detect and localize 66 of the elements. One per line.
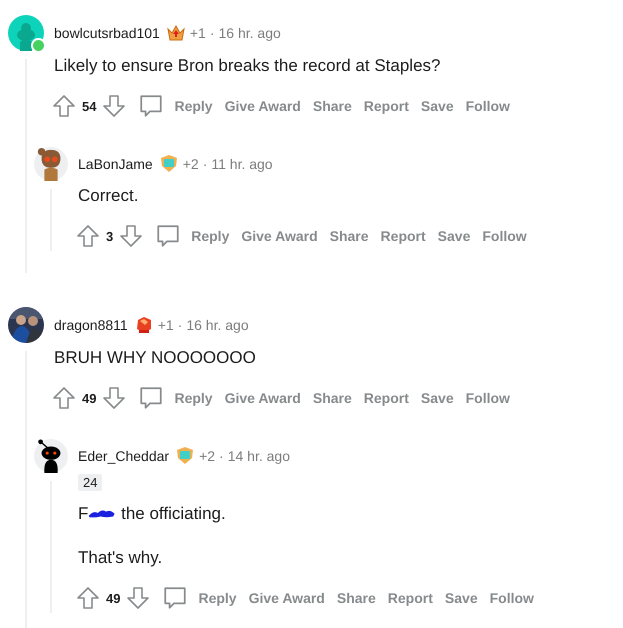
username[interactable]: bowlcutsrbad101: [54, 25, 160, 41]
upvote-icon[interactable]: [52, 94, 76, 118]
username[interactable]: LaBonJame: [78, 156, 153, 172]
action-link[interactable]: Report: [374, 224, 432, 248]
action-link[interactable]: Give Award: [242, 586, 331, 610]
action-link[interactable]: Report: [382, 586, 439, 610]
downvote-icon[interactable]: [102, 386, 126, 410]
dot-separator: ·: [178, 317, 182, 333]
action-link[interactable]: Save: [432, 224, 476, 248]
comment-icon[interactable]: [162, 585, 188, 611]
timestamp: 16 hr. ago: [186, 317, 249, 333]
comment-text: Correct.: [78, 185, 140, 207]
action-link[interactable]: Report: [358, 386, 415, 410]
action-link[interactable]: Reply: [168, 386, 219, 410]
karma-count: +2: [182, 156, 199, 172]
karma-count: +2: [199, 448, 216, 464]
action-link[interactable]: Follow: [484, 586, 540, 610]
timestamp: 16 hr. ago: [218, 25, 281, 41]
dot-separator: ·: [202, 156, 208, 172]
action-link[interactable]: Save: [414, 386, 460, 410]
action-link[interactable]: Give Award: [218, 94, 307, 118]
upvote-icon[interactable]: [76, 224, 100, 248]
action-link[interactable]: Follow: [476, 224, 533, 248]
comment-text: Likely to ensure Bron breaks the record at Staples?: [54, 55, 442, 77]
vote-count: 54: [82, 98, 96, 114]
avatar-icon[interactable]: [34, 439, 68, 473]
vote-count: 3: [106, 228, 114, 244]
comment-text: That's why.: [78, 547, 164, 569]
action-link[interactable]: Give Award: [235, 224, 324, 248]
downvote-icon[interactable]: [126, 586, 150, 610]
dot-separator: ·: [210, 25, 214, 41]
karma-count: +1: [158, 317, 174, 333]
comment-text: BRUH WHY NOOOOOOO: [54, 347, 257, 369]
action-link[interactable]: Save: [414, 94, 460, 118]
action-link[interactable]: Reply: [192, 586, 243, 610]
upvote-icon[interactable]: [52, 386, 76, 410]
shield-award-icon: [158, 154, 179, 174]
shield-award-icon: [175, 446, 196, 466]
action-link[interactable]: Give Award: [218, 386, 307, 410]
username[interactable]: dragon8811: [54, 317, 128, 333]
action-link[interactable]: Reply: [168, 94, 219, 118]
timestamp: 14 hr. ago: [228, 448, 290, 464]
action-link[interactable]: Save: [438, 586, 484, 610]
upvote-icon[interactable]: [76, 586, 100, 610]
downvote-icon[interactable]: [102, 94, 126, 118]
comment-icon[interactable]: [138, 385, 164, 411]
action-link[interactable]: Report: [358, 94, 415, 118]
vote-count: 49: [82, 390, 96, 406]
comment-text: F the officiating.: [78, 503, 227, 525]
action-link[interactable]: Share: [324, 224, 375, 248]
action-link[interactable]: Reply: [185, 224, 236, 248]
comment-icon[interactable]: [138, 93, 164, 119]
dot-separator: ·: [219, 448, 224, 464]
crown-award-icon: [166, 23, 186, 43]
comment-icon[interactable]: [155, 223, 182, 249]
username[interactable]: Eder_Cheddar: [78, 448, 170, 464]
user-flair: 24: [78, 474, 102, 491]
action-link[interactable]: Share: [330, 586, 382, 610]
vote-count: 49: [106, 590, 120, 606]
action-link[interactable]: Share: [306, 386, 358, 410]
downvote-icon[interactable]: [119, 224, 144, 248]
timestamp: 11 hr. ago: [211, 156, 273, 172]
action-link[interactable]: Follow: [460, 94, 516, 118]
action-link[interactable]: Share: [306, 94, 358, 118]
action-link[interactable]: Follow: [460, 386, 516, 410]
karma-count: +1: [190, 25, 206, 41]
